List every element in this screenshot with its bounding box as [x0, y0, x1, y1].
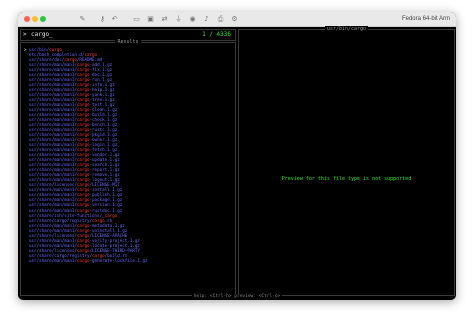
window-title: Fedora 64-bit Arm	[401, 16, 450, 22]
minimize-window-button[interactable]	[32, 16, 38, 22]
wrench-icon[interactable]: ✎	[78, 15, 87, 23]
close-window-button[interactable]	[24, 16, 30, 22]
preview-title: usr/bin/cargo	[239, 26, 454, 33]
back-icon[interactable]: ↶	[110, 15, 119, 23]
display-icon[interactable]: ▣	[146, 15, 155, 23]
maximize-window-button[interactable]	[40, 16, 46, 22]
result-path: usr/share/man/man1/	[29, 257, 77, 263]
preview-title-label: usr/bin/cargo	[324, 26, 369, 32]
key-icon[interactable]: ⚷	[98, 15, 107, 23]
preview-message: Preview for this file type is not suppor…	[281, 176, 412, 182]
drive-icon[interactable]: ▭	[132, 15, 141, 23]
window-titlebar: ✎ ⚷ ↶ ▭ ▣ ⇄ ⏚ ◉ ♪ ⎙ ⚙ Fedora 64-bit Arm	[18, 12, 456, 27]
result-path: -generate-lockfile.1.gz	[89, 257, 148, 263]
result-match: cargo	[76, 257, 90, 263]
help-bar: help: <Ctrl-h> preview: <Ctrl-o>	[18, 294, 456, 300]
results-title: Results	[21, 39, 235, 46]
printer-icon[interactable]: ⎙	[216, 15, 225, 23]
camera-icon[interactable]: ◉	[188, 15, 197, 23]
results-pane[interactable]: Results > usr/bin/cargo etc/bash_completio…	[20, 39, 236, 296]
settings-icon[interactable]: ⚙	[230, 15, 239, 23]
network-icon[interactable]: ⇄	[160, 15, 169, 23]
result-row[interactable]: usr/share/man/man1/cargo-generate-lockfi…	[24, 258, 232, 263]
results-title-label: Results	[115, 39, 141, 45]
usb-icon[interactable]: ⏚	[174, 15, 183, 23]
audio-icon[interactable]: ♪	[202, 15, 211, 23]
terminal-area: > cargo_ 1 / 4336 Results > usr/bin/cargo…	[18, 26, 456, 300]
vm-window: ✎ ⚷ ↶ ▭ ▣ ⇄ ⏚ ◉ ♪ ⎙ ⚙ Fedora 64-bit Arm …	[18, 12, 456, 300]
help-text: help: <Ctrl-h> preview: <Ctrl-o>	[191, 294, 283, 299]
results-list[interactable]: > usr/bin/cargo etc/bash_completion.d/carg…	[24, 47, 232, 263]
preview-pane: usr/bin/cargo Preview for this file type…	[238, 26, 455, 296]
